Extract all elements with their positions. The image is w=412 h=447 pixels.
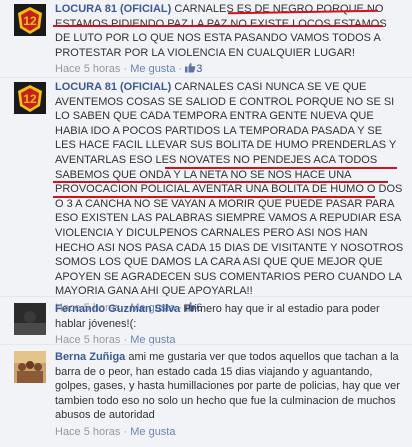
thumbs-up-icon xyxy=(185,62,196,77)
comment: 12 LOCURA 81 (OFICIAL) CARNALES CASI NUN… xyxy=(0,77,412,314)
comment-text: Berna Zuñiga ami me gustaria ver que tod… xyxy=(55,350,405,423)
like-link[interactable]: Me gusta xyxy=(130,426,175,438)
comment-author[interactable]: Fernando Guzman Silva xyxy=(55,303,180,315)
comment-text: Fernando Guzman Silva Primero hay que ir… xyxy=(55,302,405,331)
comment-meta: Hace 5 horas · Me gusta xyxy=(55,425,176,438)
user-photo-icon xyxy=(14,351,46,383)
comment-author[interactable]: Berna Zuñiga xyxy=(55,351,125,363)
comment-timestamp[interactable]: Hace 5 horas xyxy=(55,426,120,438)
club-badge-icon: 12 xyxy=(14,82,46,114)
comment-feed: 12 LOCURA 81 (OFICIAL) CARNALES ES DE NE… xyxy=(0,0,412,447)
comment: Berna Zuñiga ami me gustaria ver que tod… xyxy=(0,344,412,447)
svg-text:12: 12 xyxy=(23,14,37,28)
annotation-underline xyxy=(53,196,375,198)
comment: Fernando Guzman Silva Primero hay que ir… xyxy=(0,296,412,346)
svg-text:12: 12 xyxy=(23,92,37,106)
avatar-locura81[interactable]: 12 xyxy=(14,82,46,114)
comment-meta: Hace 5 horas · Me gusta · 3 xyxy=(55,63,203,76)
annotation-underline xyxy=(53,25,383,27)
annotation-underline xyxy=(53,181,388,183)
club-badge-icon: 12 xyxy=(14,4,46,36)
avatar-fernando[interactable] xyxy=(14,303,46,335)
like-count[interactable]: 3 xyxy=(185,63,202,75)
avatar-locura81[interactable]: 12 xyxy=(14,4,46,36)
comment-message: CARNALES CASI NUNCA SE VE QUE AVENTEMOS … xyxy=(55,81,404,298)
comment-timestamp[interactable]: Hace 5 horas xyxy=(55,63,120,75)
annotation-underline xyxy=(165,167,397,169)
like-link[interactable]: Me gusta xyxy=(130,63,175,75)
comment-author[interactable]: LOCURA 81 (OFICIAL) xyxy=(55,3,171,15)
comment-author[interactable]: LOCURA 81 (OFICIAL) xyxy=(55,81,171,93)
avatar-berna[interactable] xyxy=(14,351,46,383)
user-photo-icon xyxy=(14,303,46,335)
comment-text: LOCURA 81 (OFICIAL) CARNALES CASI NUNCA … xyxy=(55,80,405,299)
